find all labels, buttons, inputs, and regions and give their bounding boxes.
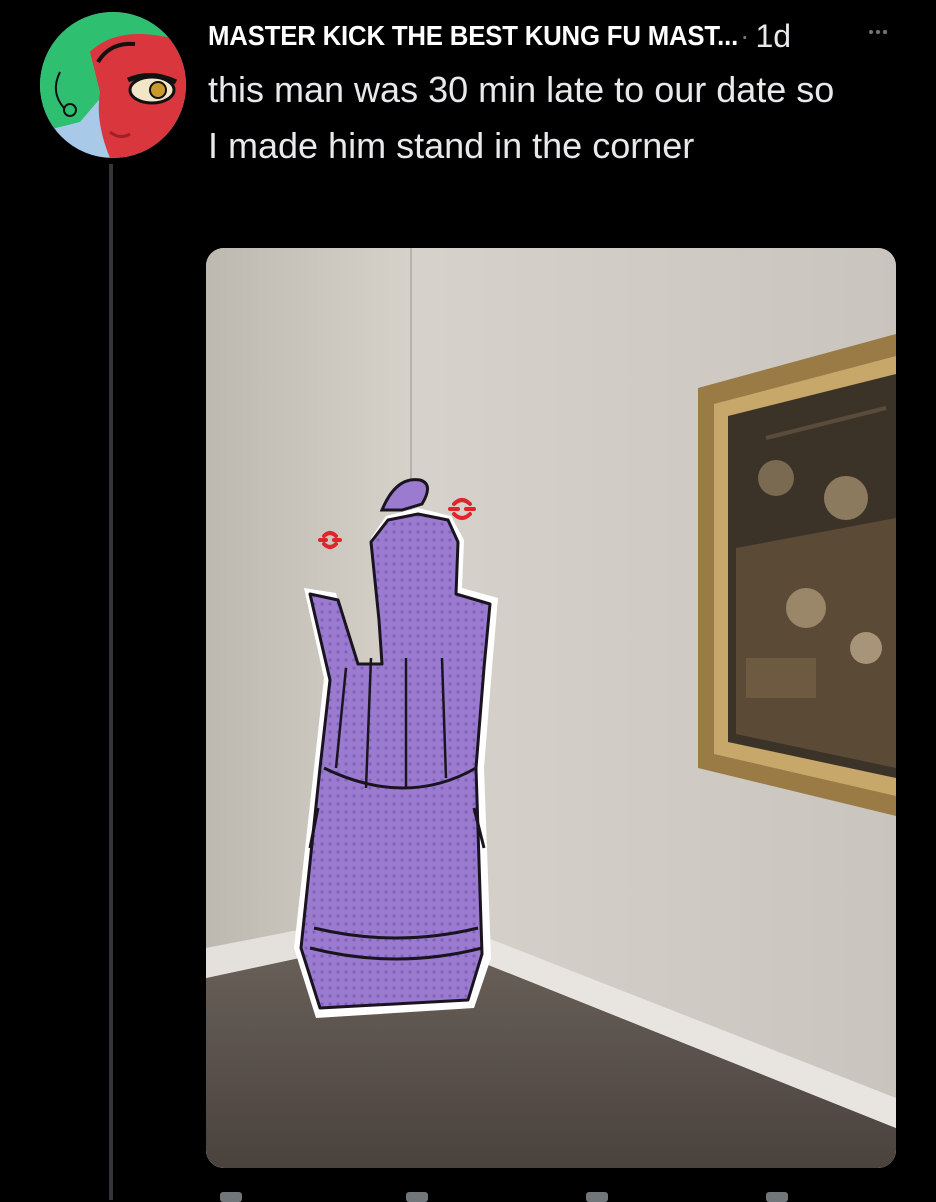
timestamp[interactable]: 1d: [755, 18, 791, 55]
tweet-media[interactable]: [206, 248, 896, 1168]
tweet[interactable]: MASTER KICK THE BEST KUNG FU MAST... · 1…: [0, 0, 936, 1202]
more-horizontal-icon[interactable]: [858, 18, 898, 46]
avatar[interactable]: [40, 12, 186, 158]
like-icon[interactable]: [586, 1192, 608, 1202]
media-image: [206, 248, 896, 1168]
retweet-icon[interactable]: [406, 1192, 428, 1202]
tweet-text: this man was 30 min late to our date so …: [208, 69, 835, 166]
action-row: [206, 1186, 896, 1202]
separator: ·: [740, 20, 750, 51]
display-name[interactable]: MASTER KICK THE BEST KUNG FU MAST...: [208, 20, 738, 52]
reply-icon[interactable]: [220, 1192, 242, 1202]
thread-line: [109, 164, 113, 1200]
share-icon[interactable]: [766, 1192, 788, 1202]
tweet-header: MASTER KICK THE BEST KUNG FU MAST... · 1…: [208, 12, 908, 60]
avatar-illustration: [40, 12, 186, 158]
